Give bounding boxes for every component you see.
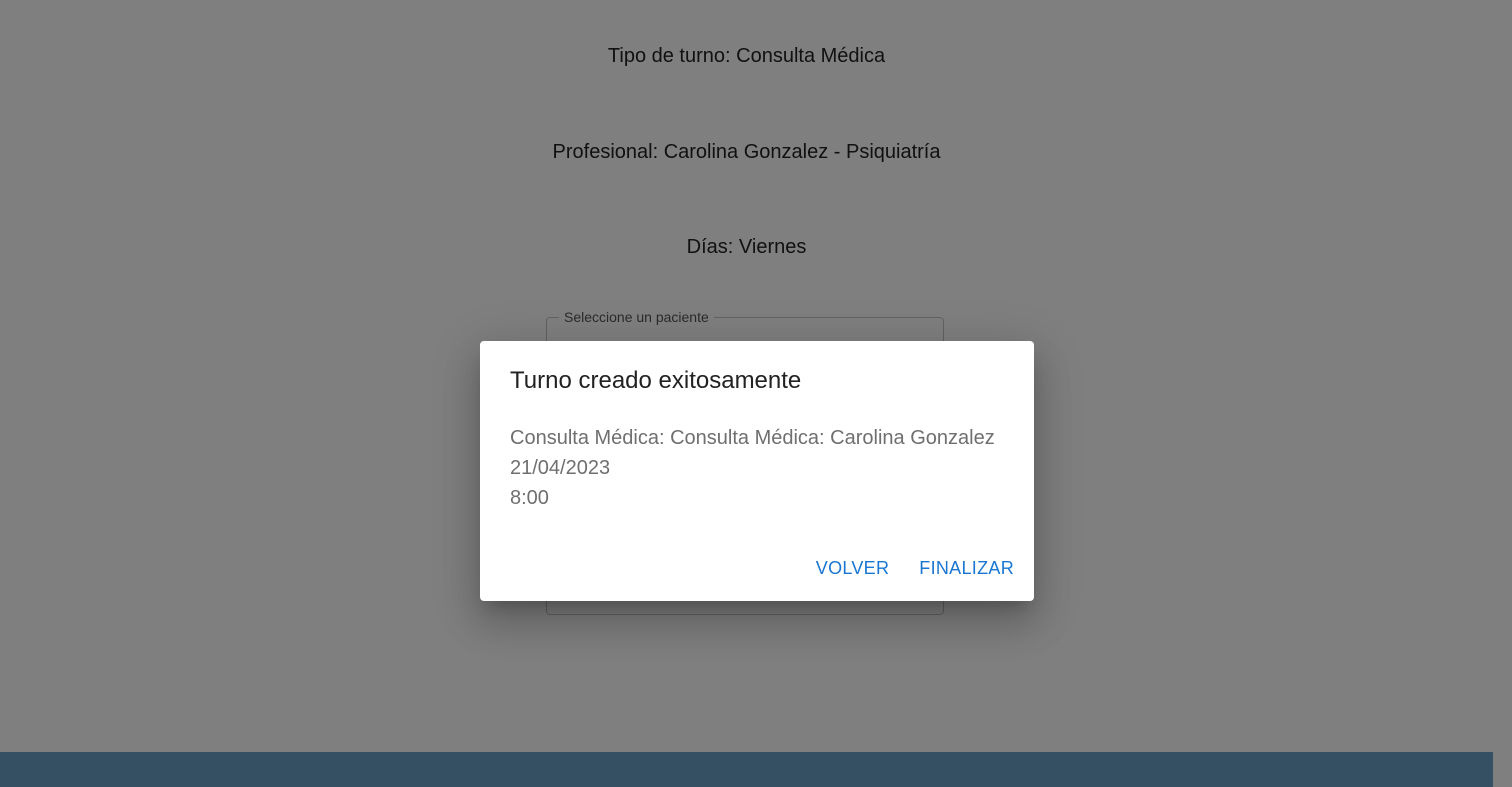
back-button[interactable]: VOLVER: [816, 558, 890, 579]
dialog-title: Turno creado exitosamente: [510, 367, 802, 394]
dialog-content: Consulta Médica: Consulta Médica: Caroli…: [510, 423, 995, 513]
success-dialog: Turno creado exitosamente Consulta Médic…: [480, 341, 1034, 601]
appointment-date: 21/04/2023: [510, 457, 611, 479]
appointment-time: 8:00: [510, 487, 549, 509]
finish-button[interactable]: FINALIZAR: [919, 558, 1014, 579]
dialog-actions: VOLVER FINALIZAR: [816, 558, 1014, 579]
appointment-summary-line: Consulta Médica: Consulta Médica: Caroli…: [510, 427, 995, 449]
